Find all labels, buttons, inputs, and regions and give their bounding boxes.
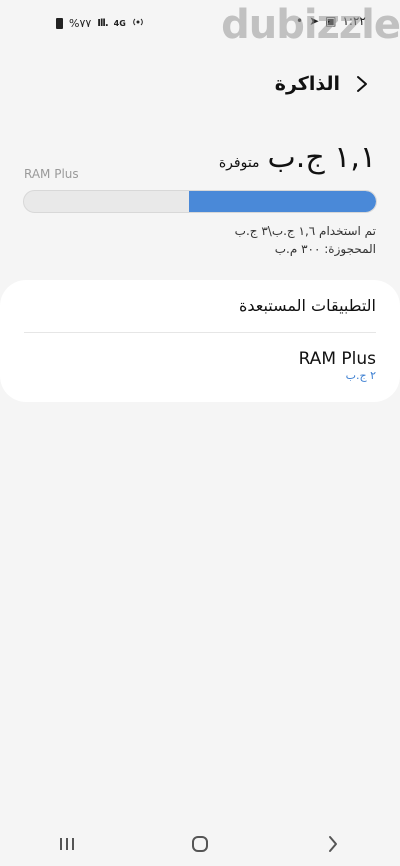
watermark-logo: dubizzle: [221, 2, 400, 48]
recent-apps-icon: [59, 838, 74, 850]
memory-used-text: تم استخدام ١,٦ ج.ب\٣ ج.ب: [234, 224, 376, 238]
back-button[interactable]: [348, 70, 376, 98]
network-type: 4G: [113, 19, 126, 28]
battery-icon: [56, 18, 63, 29]
header: الذاكرة: [275, 70, 380, 98]
memory-available: ١,١ ج.ب متوفرة: [219, 140, 376, 175]
status-left: %٧٧ Ill. 4G: [56, 16, 144, 31]
memory-usage-bar: [23, 190, 377, 213]
page-title: الذاكرة: [274, 73, 340, 95]
memory-reserved-text: المحجوزة: ٣٠٠ م.ب: [274, 242, 376, 256]
divider: [24, 332, 376, 333]
chevron-back-icon: [357, 76, 367, 92]
chevron-right-icon: [329, 836, 338, 852]
back-nav-button[interactable]: [303, 829, 363, 859]
memory-available-label: متوفرة: [218, 155, 260, 171]
excluded-apps-item[interactable]: التطبيقات المستبعدة: [239, 296, 376, 315]
battery-percent: %٧٧: [69, 17, 92, 30]
status-bar: %٧٧ Ill. 4G • ➤ ▣ ١:٢٢ dubizzle: [0, 0, 400, 48]
hotspot-icon: [132, 16, 144, 31]
ram-plus-item-title: RAM Plus: [298, 349, 376, 369]
navigation-bar: [0, 822, 400, 866]
recent-apps-button[interactable]: [37, 829, 97, 859]
ram-plus-item[interactable]: RAM Plus ٢ ج.ب: [299, 349, 376, 382]
ram-plus-item-value: ٢ ج.ب: [345, 369, 376, 382]
home-button[interactable]: [170, 829, 230, 859]
ram-plus-legend: RAM Plus: [24, 167, 79, 181]
home-icon: [191, 836, 208, 852]
memory-available-value: ١,١ ج.ب: [267, 140, 376, 175]
memory-usage-fill: [189, 191, 376, 212]
signal-icon: Ill.: [97, 18, 108, 29]
